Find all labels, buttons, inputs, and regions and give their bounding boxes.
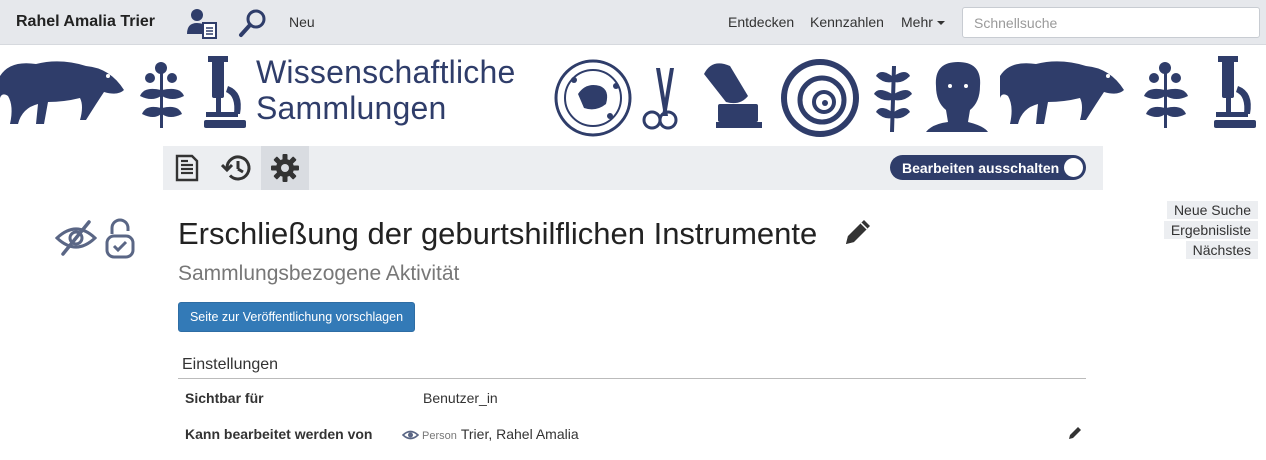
edit-title-pencil-icon[interactable] — [842, 216, 874, 253]
visible-for-label: Sichtbar für — [185, 390, 264, 406]
nav-link-kennzahlen[interactable]: Kennzahlen — [810, 14, 884, 30]
microscope-icon — [204, 56, 246, 128]
edit-mode-toggle-label: Bearbeiten ausschalten — [902, 160, 1060, 176]
settings-gear-icon — [271, 154, 299, 182]
document-icon — [175, 154, 199, 182]
unlocked-icon — [104, 218, 136, 265]
next-link[interactable]: Nächstes — [1185, 241, 1258, 259]
gramophone-icon — [704, 63, 762, 128]
user-name-brand[interactable]: Rahel Amalia Trier — [16, 13, 155, 31]
top-navbar: Rahel Amalia Trier Neu Entdecken Kennzah… — [0, 0, 1266, 45]
toggle-knob — [1064, 158, 1083, 177]
page-title: Erschließung der geburtshilflichen Instr… — [178, 216, 818, 251]
eye-icon — [401, 431, 420, 440]
hidden-eye-icon — [54, 218, 98, 263]
new-search-link[interactable]: Neue Suche — [1166, 201, 1258, 219]
banner-title: Wissenschaftliche Sammlungen — [256, 54, 516, 126]
history-icon — [221, 155, 251, 181]
more-menu[interactable]: Mehr — [901, 14, 945, 30]
plant-icon — [1144, 62, 1188, 128]
settings-button[interactable] — [261, 146, 309, 190]
history-button[interactable] — [213, 146, 261, 190]
banner-illustrations — [0, 56, 1256, 137]
bust-icon — [926, 62, 988, 132]
page-toolbar: Bearbeiten ausschalten — [163, 146, 1103, 190]
edit-permissions-pencil-icon[interactable] — [1067, 425, 1083, 446]
edit-mode-toggle[interactable]: Bearbeiten ausschalten — [890, 155, 1086, 180]
banner-title-line2: Sammlungen — [256, 90, 447, 126]
animal-icon — [0, 61, 124, 124]
document-view-button[interactable] — [163, 146, 211, 190]
editable-by-value: Person Trier, Rahel Amalia — [401, 426, 579, 442]
collection-banner — [0, 46, 1266, 138]
user-profile-icon[interactable] — [185, 6, 219, 40]
new-menu[interactable]: Neu — [289, 14, 315, 30]
more-menu-label: Mehr — [901, 14, 933, 30]
microscope-icon — [1214, 56, 1256, 128]
editable-by-label: Kann bearbeitet werden von — [185, 426, 373, 442]
visible-for-value: Benutzer_in — [423, 390, 498, 406]
banner-title-line1: Wissenschaftliche — [256, 54, 516, 90]
person-tag: Person — [422, 430, 457, 442]
scissors-icon — [642, 68, 678, 130]
animal-icon — [1000, 61, 1124, 124]
leaf-icon — [874, 66, 912, 132]
ammonite-icon — [781, 59, 859, 137]
editor-name-link[interactable]: Trier, Rahel Amalia — [461, 426, 579, 442]
page-subtitle: Sammlungsbezogene Aktivität — [178, 262, 460, 285]
suggest-publication-button[interactable]: Seite zur Veröffentlichung vorschlagen — [178, 302, 415, 332]
quicksearch-input[interactable] — [962, 7, 1260, 38]
caret-down-icon — [936, 21, 945, 26]
nav-link-entdecken[interactable]: Entdecken — [728, 14, 794, 30]
result-list-link[interactable]: Ergebnisliste — [1163, 221, 1258, 239]
seal-icon — [554, 59, 632, 137]
search-icon[interactable] — [236, 6, 270, 40]
settings-heading: Einstellungen — [178, 356, 1086, 379]
plant-icon — [140, 62, 184, 128]
